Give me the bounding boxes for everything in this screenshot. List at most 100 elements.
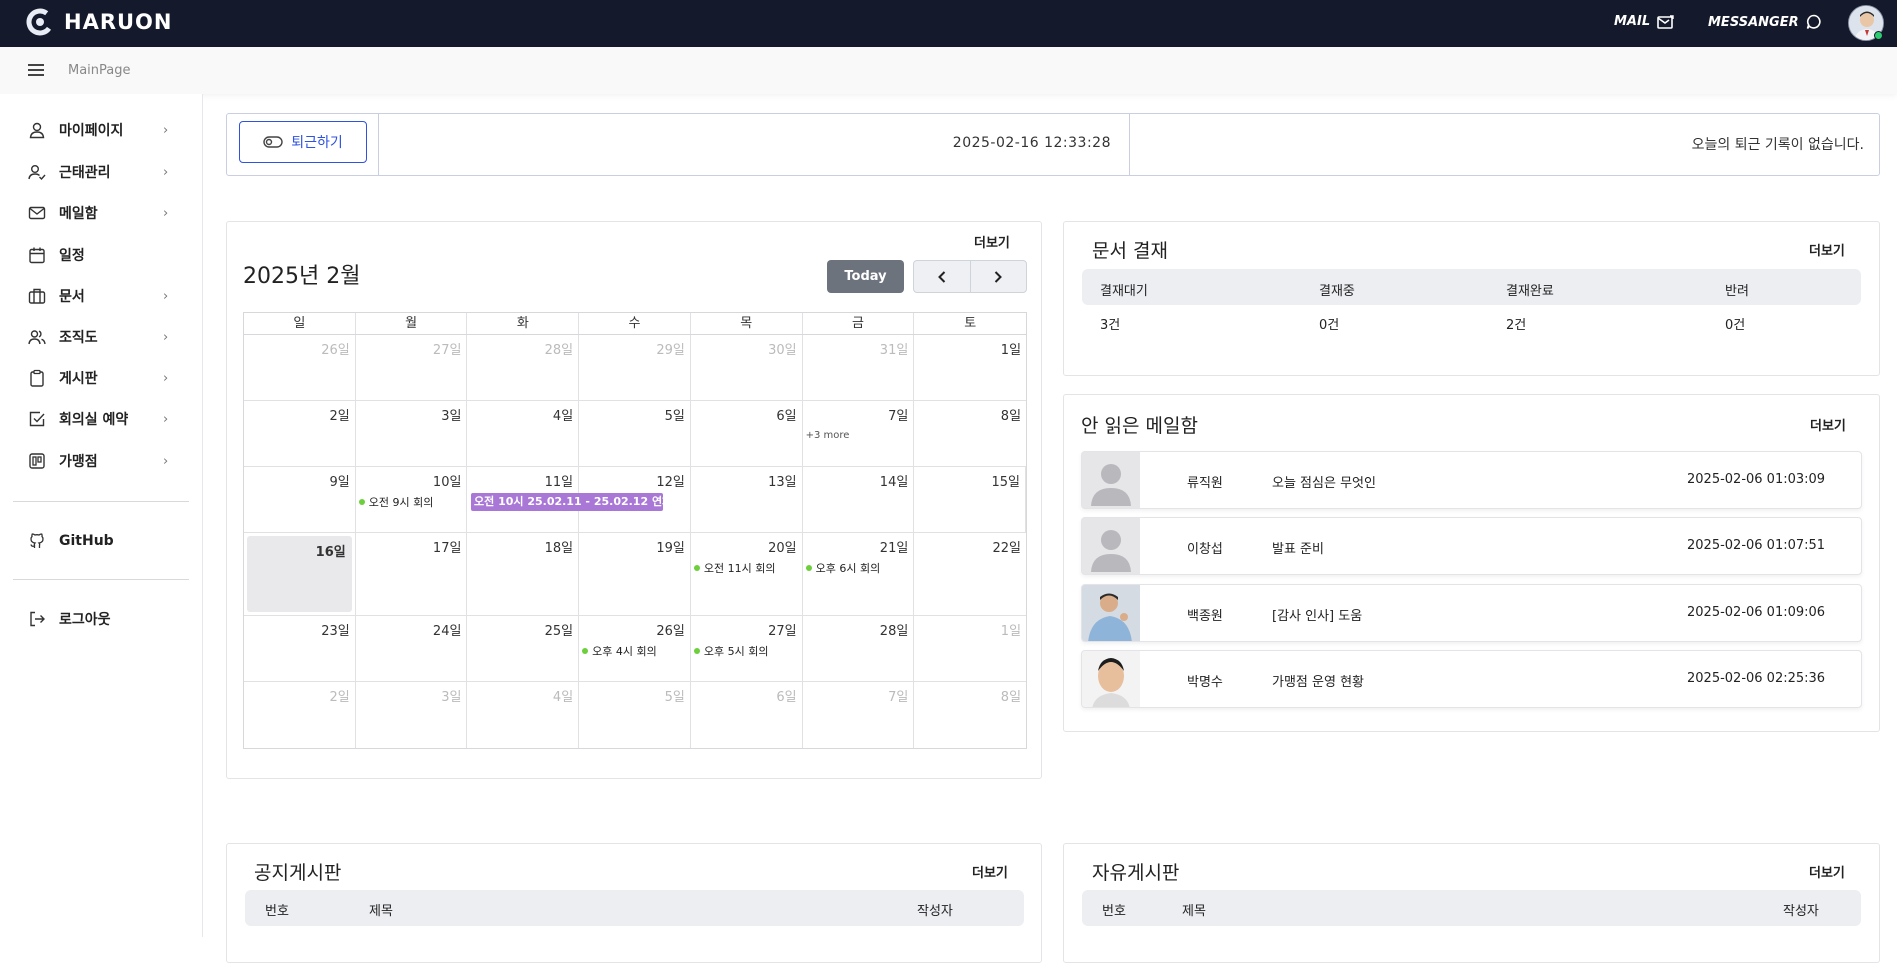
calendar-event[interactable]: 오전 9시 회의 xyxy=(358,494,433,510)
more-events-link[interactable]: +3 more xyxy=(806,430,850,441)
sidebar-item-logout[interactable]: 로그아웃 xyxy=(0,603,203,635)
mail-list-item[interactable]: 박명수 가맹점 운영 현황 2025-02-06 02:25:36 xyxy=(1081,650,1862,708)
clipboard-icon xyxy=(30,369,44,387)
calendar-day-cell[interactable]: 3일 xyxy=(356,682,468,748)
calendar-day-cell[interactable]: 24일 xyxy=(356,616,468,681)
calendar-day-cell[interactable]: 3일 xyxy=(356,401,468,466)
count-in-progress[interactable]: 0건 xyxy=(1319,314,1339,333)
clock-out-button[interactable]: 퇴근하기 xyxy=(239,121,367,163)
notice-board-card: 공지게시판 더보기 번호 제목 작성자 xyxy=(226,843,1042,963)
today-button[interactable]: Today xyxy=(827,260,904,293)
calendar-day-cell[interactable]: 28일 xyxy=(803,616,915,681)
calendar-day-cell[interactable]: 5일 xyxy=(579,682,691,748)
calendar-day-cell[interactable]: 29일 xyxy=(579,335,691,400)
calendar-day-cell[interactable]: 17일 xyxy=(356,533,468,615)
calendar-event[interactable]: 오전 11시 회의 xyxy=(693,560,775,576)
calendar-event[interactable]: 오후 4시 회의 xyxy=(582,643,657,659)
messenger-link[interactable]: MESSANGER xyxy=(1708,14,1822,30)
day-number: 25일 xyxy=(544,624,574,639)
calendar-day-cell[interactable]: 9일 xyxy=(244,467,356,532)
calendar-day-cell[interactable]: 5일 xyxy=(579,401,691,466)
document-more-link[interactable]: 더보기 xyxy=(1809,240,1845,259)
day-number: 5일 xyxy=(664,690,685,705)
mail-link[interactable]: MAIL xyxy=(1614,14,1674,29)
sidebar-item-franchise[interactable]: 가맹점 › xyxy=(0,445,203,477)
calendar-day-cell[interactable]: 4일 xyxy=(467,682,580,748)
sidebar-item-github[interactable]: GitHub xyxy=(0,525,203,557)
calendar-day-cell[interactable]: 10일 오전 9시 회의 xyxy=(356,467,468,532)
unread-mail-title: 안 읽은 메일함 xyxy=(1081,415,1198,437)
calendar-day-cell[interactable]: 26일 xyxy=(244,335,356,400)
notice-more-link[interactable]: 더보기 xyxy=(972,862,1008,881)
calendar-day-cell[interactable]: 6일 xyxy=(691,401,803,466)
calendar-event[interactable]: 오후 5시 회의 xyxy=(693,643,769,659)
calendar-more-link[interactable]: 더보기 xyxy=(974,232,1010,251)
menu-toggle-icon[interactable] xyxy=(28,64,44,76)
mail-list-item[interactable]: 백종원 [감사 인사] 도움 2025-02-06 01:09:06 xyxy=(1081,584,1862,642)
day-number: 3일 xyxy=(441,409,462,424)
calendar-week-row: 9일 10일 오전 9시 회의 11일 12일 13일 14일 15일 오전 10시 25.02… xyxy=(244,467,1027,533)
calendar-day-cell[interactable]: 14일 xyxy=(803,467,915,532)
calendar-day-cell[interactable]: 20일 오전 11시 회의 xyxy=(691,533,803,615)
mail-subject: [감사 인사] 도움 xyxy=(1272,609,1363,624)
calendar-day-cell[interactable]: 13일 xyxy=(691,467,803,532)
calendar-day-cell[interactable]: 6일 xyxy=(691,682,803,748)
calendar-day-cell[interactable]: 27일 오후 5시 회의 xyxy=(691,616,803,681)
calendar-day-cell[interactable]: 7일 xyxy=(803,682,915,748)
mail-sender: 류직원 xyxy=(1187,476,1223,491)
event-label: 오후 5시 회의 xyxy=(703,645,769,658)
mail-more-link[interactable]: 더보기 xyxy=(1810,415,1846,434)
calendar-day-cell[interactable]: 26일 오후 4시 회의 xyxy=(579,616,691,681)
calendar-day-cell[interactable]: 31일 xyxy=(803,335,915,400)
calendar-day-cell[interactable]: 21일 오후 6시 회의 xyxy=(803,533,915,615)
calendar-day-cell[interactable]: 19일 xyxy=(579,533,691,615)
count-completed[interactable]: 2건 xyxy=(1506,314,1526,333)
calendar-day-cell[interactable]: 28일 xyxy=(467,335,580,400)
calendar-day-cell[interactable]: 27일 xyxy=(356,335,468,400)
sidebar-item-meeting-room[interactable]: 회의실 예약 › xyxy=(0,403,203,435)
month-nav xyxy=(913,260,1027,293)
count-pending[interactable]: 3건 xyxy=(1100,314,1120,333)
day-number: 9일 xyxy=(329,475,350,490)
free-board-more-link[interactable]: 더보기 xyxy=(1809,862,1845,881)
calendar-event[interactable]: 오후 6시 회의 xyxy=(805,560,880,576)
calendar-day-cell[interactable]: 1일 xyxy=(914,335,1026,400)
calendar-day-cell[interactable]: 1일 xyxy=(914,616,1026,681)
calendar-day-cell[interactable]: 8일 xyxy=(914,401,1026,466)
col-number: 번호 xyxy=(1102,904,1126,919)
day-number: 22일 xyxy=(992,541,1022,556)
sidebar-divider xyxy=(13,501,189,502)
prev-month-button[interactable] xyxy=(914,261,971,292)
count-rejected[interactable]: 0건 xyxy=(1725,314,1745,333)
sidebar-item-attendance[interactable]: 근태관리 › xyxy=(0,156,203,188)
sidebar-item-schedule[interactable]: 일정 xyxy=(0,239,203,271)
calendar-day-cell[interactable]: 30일 xyxy=(691,335,803,400)
day-number: 7일 xyxy=(888,409,909,424)
sidebar-item-mypage[interactable]: 마이페이지 › xyxy=(0,114,203,146)
sidebar-item-orgchart[interactable]: 조직도 › xyxy=(0,321,203,353)
calendar-day-cell[interactable]: 25일 xyxy=(467,616,580,681)
chevron-right-icon xyxy=(995,270,1003,283)
mail-sender: 이창섭 xyxy=(1187,542,1223,557)
calendar-day-cell[interactable]: 2일 xyxy=(244,401,356,466)
messenger-link-label: MESSANGER xyxy=(1708,14,1799,30)
calendar-day-cell[interactable]: 8일 xyxy=(914,682,1026,748)
sidebar-item-board[interactable]: 게시판 › xyxy=(0,362,203,394)
calendar-day-cell[interactable]: 2일 xyxy=(244,682,356,748)
calendar-day-cell[interactable]: 16일 xyxy=(244,533,356,615)
app-logo[interactable]: HARUON xyxy=(26,8,172,36)
calendar-day-cell[interactable]: 7일 +3 more xyxy=(803,401,915,466)
sidebar-item-mailbox[interactable]: 메일함 › xyxy=(0,197,203,229)
calendar-day-cell[interactable]: 22일 xyxy=(914,533,1026,615)
calendar-day-cell[interactable]: 4일 xyxy=(467,401,580,466)
multi-day-event[interactable]: 오전 10시 25.02.11 - 25.02.12 연차 사 xyxy=(471,493,663,511)
sidebar-item-documents[interactable]: 문서 › xyxy=(0,280,203,312)
event-dot-icon xyxy=(693,648,700,654)
calendar-day-cell[interactable]: 18일 xyxy=(467,533,580,615)
mail-list-item[interactable]: 류직원 오늘 점심은 무엇인 2025-02-06 01:03:09 xyxy=(1081,451,1862,509)
day-number: 3일 xyxy=(441,690,462,705)
calendar-day-cell[interactable]: 23일 xyxy=(244,616,356,681)
calendar-day-cell[interactable]: 15일 xyxy=(914,467,1027,532)
next-month-button[interactable] xyxy=(971,261,1027,292)
mail-list-item[interactable]: 이창섭 발표 준비 2025-02-06 01:07:51 xyxy=(1081,517,1862,575)
